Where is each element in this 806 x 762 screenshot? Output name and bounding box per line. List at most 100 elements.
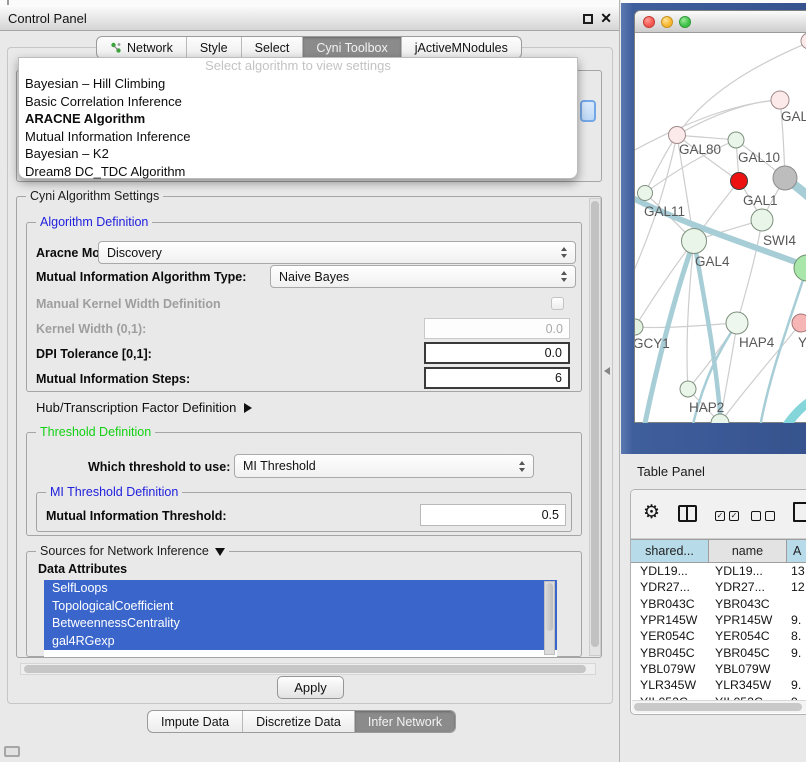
tab-label: jActiveMNodules — [415, 41, 508, 55]
select-all-checks-icon[interactable] — [715, 511, 739, 521]
column-header-name[interactable]: name — [709, 540, 787, 562]
table-toolbar: ⚙ — [631, 490, 806, 539]
algorithm-option[interactable]: Dream8 DC_TDC Algorithm — [19, 163, 577, 181]
minimized-panel-chip[interactable] — [4, 746, 20, 757]
mi-algorithm-type-combo[interactable]: Naive Bayes — [270, 265, 576, 288]
table-row[interactable]: YDR27...YDR27...12 — [631, 579, 806, 595]
network-node[interactable] — [680, 381, 696, 397]
network-view-window[interactable]: GALGAL80GAL10GAL1GAL11SWI4GAL4GCY1HAP4YH… — [634, 10, 806, 423]
aracne-mode-combo[interactable]: Discovery — [98, 241, 576, 264]
tab-impute-data[interactable]: Impute Data — [148, 711, 242, 732]
network-node[interactable] — [726, 312, 748, 334]
tab-label: Infer Network — [368, 715, 442, 729]
table-cell: YER054C — [631, 629, 709, 643]
float-window-icon[interactable] — [583, 14, 593, 24]
sources-title[interactable]: Sources for Network Inference — [36, 544, 229, 558]
table-cell: 9. — [787, 613, 806, 627]
which-threshold-value: MI Threshold — [243, 459, 316, 473]
attribute-item[interactable]: SelfLoops — [44, 580, 557, 598]
table-row[interactable]: YPR145WYPR145W9. — [631, 612, 806, 628]
focused-spinner-fragment[interactable] — [580, 100, 596, 122]
mi-threshold-label: Mutual Information Threshold: — [46, 509, 227, 523]
deselect-all-checks-icon[interactable] — [751, 511, 775, 521]
table-row[interactable]: YBR043CYBR043C — [631, 596, 806, 612]
columns-icon[interactable] — [678, 505, 697, 522]
table-cell: YBR043C — [709, 597, 787, 611]
expand-right-icon — [244, 403, 252, 413]
tab-style[interactable]: Style — [186, 37, 241, 58]
algorithm-option[interactable]: ARACNE Algorithm — [19, 110, 577, 128]
mi-algorithm-type-label: Mutual Information Algorithm Type: — [36, 270, 246, 284]
table-horizontal-scrollbar[interactable] — [632, 700, 806, 713]
attribute-item[interactable]: gal4RGexp — [44, 633, 557, 651]
table-row[interactable]: YBL079WYBL079W — [631, 661, 806, 677]
node-label: GAL1 — [743, 193, 778, 208]
network-node[interactable] — [635, 319, 643, 335]
table-cell: 13 — [787, 564, 806, 578]
zoom-traffic-light-icon[interactable] — [679, 16, 691, 28]
network-node[interactable] — [794, 255, 806, 281]
minimize-traffic-light-icon[interactable] — [661, 16, 673, 28]
control-panel-titlebar[interactable]: Control Panel ✕ — [0, 7, 619, 31]
settings-vertical-scrollbar[interactable] — [589, 198, 601, 656]
network-node[interactable] — [728, 132, 744, 148]
tab-infer-network[interactable]: Infer Network — [354, 711, 455, 732]
network-node[interactable] — [801, 33, 806, 49]
algorithm-option[interactable]: Basic Correlation Inference — [19, 93, 577, 111]
tab-label: Cyni Toolbox — [316, 41, 387, 55]
network-node[interactable] — [751, 209, 773, 231]
table-cell: 12 — [787, 580, 806, 594]
splitter-collapse-icon[interactable] — [604, 367, 610, 375]
data-attributes-list[interactable]: SelfLoopsTopologicalCoefficientBetweenne… — [44, 580, 557, 657]
network-node[interactable] — [731, 173, 748, 190]
network-node[interactable] — [771, 91, 789, 109]
table-body: YDL19...YDL19...13YDR27...YDR27...12YBR0… — [631, 563, 806, 702]
hub-section-toggle[interactable]: Hub/Transcription Factor Definition — [36, 400, 252, 415]
scrollbar-thumb[interactable] — [546, 583, 553, 631]
attribute-item[interactable]: TopologicalCoefficient — [44, 598, 557, 616]
column-header-truncated[interactable]: A — [787, 540, 806, 562]
network-tab-icon — [110, 42, 122, 54]
mi-threshold-field[interactable] — [420, 504, 566, 526]
network-node[interactable] — [682, 229, 707, 254]
tab-discretize-data[interactable]: Discretize Data — [242, 711, 354, 732]
tab-jactivemnodules[interactable]: jActiveMNodules — [401, 37, 521, 58]
algorithm-option[interactable]: Bayesian – Hill Climbing — [19, 75, 577, 93]
dpi-tolerance-field[interactable] — [424, 342, 570, 364]
scrollbar-thumb[interactable] — [591, 201, 599, 647]
table-row[interactable]: YER054CYER054C8. — [631, 628, 806, 644]
which-threshold-combo[interactable]: MI Threshold — [234, 454, 534, 478]
network-window-titlebar[interactable] — [635, 11, 806, 33]
attributes-scrollbar[interactable] — [544, 581, 555, 655]
scrollbar-thumb[interactable] — [634, 703, 802, 711]
table-row[interactable]: YBR045CYBR045C9. — [631, 644, 806, 660]
document-icon[interactable] — [793, 502, 806, 522]
table-cell: 8. — [787, 629, 806, 643]
frame-tick — [7, 0, 9, 5]
table-row[interactable]: YLR345WYLR345W9. — [631, 677, 806, 693]
column-header-shared-name[interactable]: shared... — [631, 540, 709, 562]
gear-icon[interactable]: ⚙ — [643, 501, 660, 524]
tab-network[interactable]: Network — [97, 37, 186, 58]
tab-cyni-toolbox[interactable]: Cyni Toolbox — [302, 37, 400, 58]
attribute-item[interactable]: BetweennessCentrality — [44, 615, 557, 633]
close-icon[interactable]: ✕ — [600, 7, 612, 30]
algorithm-option[interactable]: Mutual Information Inference — [19, 128, 577, 146]
network-node[interactable] — [773, 166, 797, 190]
threshold-definition-title: Threshold Definition — [36, 425, 155, 439]
network-node[interactable] — [638, 186, 653, 201]
algorithm-option[interactable]: Bayesian – K2 — [19, 145, 577, 163]
mi-steps-field[interactable] — [424, 367, 570, 389]
table-row[interactable]: YDL19...YDL19...13 — [631, 563, 806, 579]
network-node[interactable] — [792, 314, 806, 332]
table-cell: YDR27... — [631, 580, 709, 594]
tab-select[interactable]: Select — [241, 37, 303, 58]
settings-horizontal-scrollbar[interactable] — [20, 663, 596, 675]
manual-kernel-checkbox[interactable] — [551, 297, 564, 310]
close-traffic-light-icon[interactable] — [643, 16, 655, 28]
network-node[interactable] — [669, 127, 686, 144]
apply-button[interactable]: Apply — [277, 676, 344, 699]
table-cell: YDR27... — [709, 580, 787, 594]
kernel-width-field[interactable] — [424, 318, 570, 339]
scrollbar-thumb[interactable] — [24, 665, 586, 673]
